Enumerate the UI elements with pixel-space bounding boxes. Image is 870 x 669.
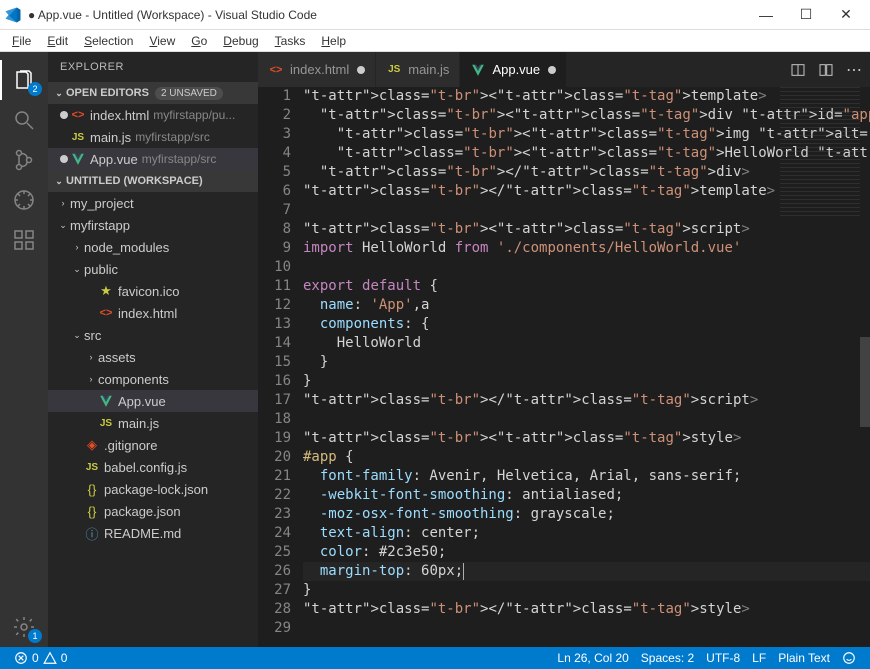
sidebar: EXPLORER ⌄ OPEN EDITORS 2 UNSAVED <>inde… xyxy=(48,52,258,647)
vscode-icon xyxy=(4,6,22,24)
status-feedback[interactable] xyxy=(836,651,862,665)
explorer-badge: 2 xyxy=(28,82,42,96)
tree-item[interactable]: ›assets xyxy=(48,346,258,368)
vue-icon xyxy=(70,151,86,167)
minimize-button[interactable]: — xyxy=(746,7,786,23)
vertical-scrollbar[interactable] xyxy=(860,87,870,647)
tree-item[interactable]: {}package.json xyxy=(48,500,258,522)
twisty-icon: › xyxy=(70,242,84,252)
twisty-icon: › xyxy=(84,352,98,362)
maximize-button[interactable]: ☐ xyxy=(786,6,826,23)
statusbar: 0 0 Ln 26, Col 20 Spaces: 2 UTF-8 LF Pla… xyxy=(0,647,870,669)
tree-item[interactable]: JSbabel.config.js xyxy=(48,456,258,478)
tree-item[interactable]: ◈.gitignore xyxy=(48,434,258,456)
modified-dot-icon xyxy=(548,66,556,74)
menu-debug[interactable]: Debug xyxy=(215,32,266,50)
tree-item[interactable]: {}package-lock.json xyxy=(48,478,258,500)
chevron-down-icon: ⌄ xyxy=(52,176,66,187)
json-icon: {} xyxy=(84,481,100,497)
modified-dot-icon xyxy=(60,111,68,119)
json-icon: {} xyxy=(84,503,100,519)
tabbar: <>index.htmlJSmain.jsApp.vue ⋯ xyxy=(258,52,870,87)
code-editor[interactable]: 1234567891011121314151617181920212223242… xyxy=(258,87,870,647)
js-icon: JS xyxy=(98,415,114,431)
menubar: FileEditSelectionViewGoDebugTasksHelp xyxy=(0,30,870,52)
status-language[interactable]: Plain Text xyxy=(772,651,836,665)
html-icon: <> xyxy=(70,107,86,123)
tree-item[interactable]: ›node_modules xyxy=(48,236,258,258)
open-editor-item[interactable]: JSmain.jsmyfirstapp/src xyxy=(48,126,258,148)
html-icon: <> xyxy=(98,305,114,321)
editor-tab[interactable]: <>index.html xyxy=(258,52,376,87)
tree-item[interactable]: JSmain.js xyxy=(48,412,258,434)
open-editor-item[interactable]: <>index.htmlmyfirstapp/pu... xyxy=(48,104,258,126)
status-problems[interactable]: 0 0 xyxy=(8,651,73,665)
editor-layout-icon[interactable] xyxy=(818,62,834,78)
activity-debug[interactable] xyxy=(0,180,48,220)
status-encoding[interactable]: UTF-8 xyxy=(700,651,746,665)
close-button[interactable]: ✕ xyxy=(826,6,866,23)
vue-icon xyxy=(98,393,114,409)
menu-go[interactable]: Go xyxy=(183,32,215,50)
activity-scm[interactable] xyxy=(0,140,48,180)
js-icon: JS xyxy=(70,129,86,145)
modified-dot-icon xyxy=(60,155,68,163)
favicon-icon: ★ xyxy=(98,283,114,299)
editor-tab[interactable]: JSmain.js xyxy=(376,52,460,87)
status-indent[interactable]: Spaces: 2 xyxy=(635,651,700,665)
menu-selection[interactable]: Selection xyxy=(76,32,141,50)
tree-item[interactable]: ›components xyxy=(48,368,258,390)
twisty-icon: › xyxy=(84,374,98,384)
git-icon: ◈ xyxy=(84,437,100,453)
menu-edit[interactable]: Edit xyxy=(39,32,76,50)
tree-item[interactable]: ⌄src xyxy=(48,324,258,346)
html-icon: <> xyxy=(268,62,284,78)
js-icon: JS xyxy=(84,459,100,475)
tree-item[interactable]: ›my_project xyxy=(48,192,258,214)
vue-icon xyxy=(470,62,486,78)
status-cursor[interactable]: Ln 26, Col 20 xyxy=(551,651,634,665)
activity-settings[interactable]: 1 xyxy=(0,607,48,647)
twisty-icon: ⌄ xyxy=(70,264,84,275)
tree-item[interactable]: ⓘREADME.md xyxy=(48,522,258,544)
workspace-tree: ›my_project⌄myfirstapp›node_modules⌄publ… xyxy=(48,192,258,647)
activity-search[interactable] xyxy=(0,100,48,140)
tree-item[interactable]: App.vue xyxy=(48,390,258,412)
js-icon: JS xyxy=(386,62,402,78)
window-title: ● App.vue - Untitled (Workspace) - Visua… xyxy=(28,8,746,22)
workspace-header[interactable]: ⌄ UNTITLED (WORKSPACE) xyxy=(48,170,258,192)
modified-dot-icon xyxy=(357,66,365,74)
activitybar: 2 1 xyxy=(0,52,48,647)
sidebar-title: EXPLORER xyxy=(48,52,258,82)
tree-item[interactable]: <>index.html xyxy=(48,302,258,324)
twisty-icon: ⌄ xyxy=(70,330,84,341)
activity-explorer[interactable]: 2 xyxy=(0,60,48,100)
menu-file[interactable]: File xyxy=(4,32,39,50)
code-content[interactable]: "t-attr">class="t-br"><"t-attr">class="t… xyxy=(303,87,870,647)
split-editor-icon[interactable] xyxy=(790,62,806,78)
tree-item[interactable]: ★favicon.ico xyxy=(48,280,258,302)
activity-extensions[interactable] xyxy=(0,220,48,260)
open-editor-item[interactable]: App.vuemyfirstapp/src xyxy=(48,148,258,170)
tree-item[interactable]: ⌄myfirstapp xyxy=(48,214,258,236)
menu-view[interactable]: View xyxy=(141,32,183,50)
line-gutter: 1234567891011121314151617181920212223242… xyxy=(258,87,303,647)
twisty-icon: › xyxy=(56,198,70,208)
twisty-icon: ⌄ xyxy=(56,220,70,231)
menu-tasks[interactable]: Tasks xyxy=(267,32,314,50)
status-eol[interactable]: LF xyxy=(746,651,772,665)
tree-item[interactable]: ⌄public xyxy=(48,258,258,280)
info-icon: ⓘ xyxy=(84,525,100,541)
editor-area: <>index.htmlJSmain.jsApp.vue ⋯ 1234567891… xyxy=(258,52,870,647)
open-editors-list: <>index.htmlmyfirstapp/pu...JSmain.jsmyf… xyxy=(48,104,258,170)
window-titlebar: ● App.vue - Untitled (Workspace) - Visua… xyxy=(0,0,870,30)
settings-badge: 1 xyxy=(28,629,42,643)
open-editors-header[interactable]: ⌄ OPEN EDITORS 2 UNSAVED xyxy=(48,82,258,104)
more-actions-icon[interactable]: ⋯ xyxy=(846,60,862,80)
editor-tab[interactable]: App.vue xyxy=(460,52,567,87)
unsaved-badge: 2 UNSAVED xyxy=(155,87,223,100)
menu-help[interactable]: Help xyxy=(313,32,354,50)
chevron-down-icon: ⌄ xyxy=(52,88,66,99)
